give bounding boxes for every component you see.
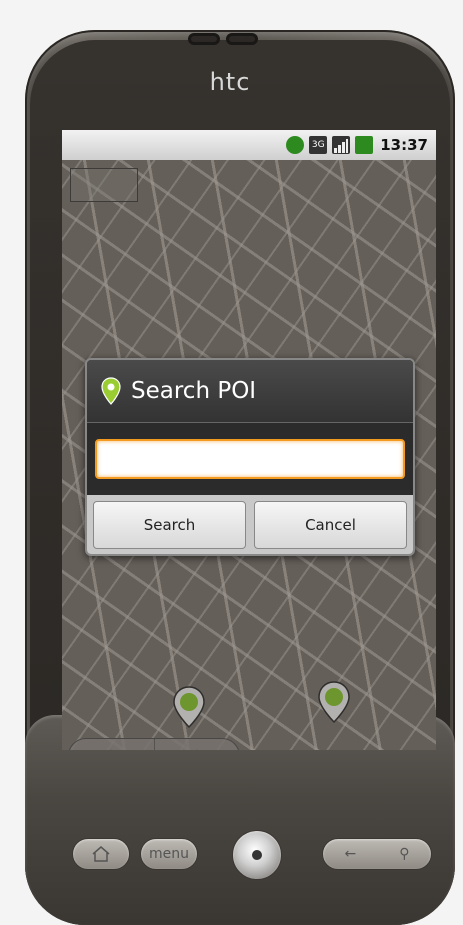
trackball[interactable]: [232, 830, 282, 880]
battery-icon: [355, 136, 374, 154]
home-button[interactable]: [72, 838, 130, 870]
signal-icon: [332, 136, 351, 154]
search-icon: ⚲: [399, 846, 410, 862]
3g-icon: 3G: [309, 136, 328, 154]
back-icon: ←: [344, 846, 357, 862]
search-poi-dialog: Search POI Search Cancel: [85, 358, 415, 556]
location-pin-icon: [101, 377, 121, 405]
brand-logo: htc: [209, 68, 251, 96]
status-time: 13:37: [380, 136, 428, 154]
menu-button[interactable]: menu: [140, 838, 198, 870]
search-button[interactable]: Search: [93, 501, 246, 549]
search-input[interactable]: [95, 439, 405, 479]
dialog-header: Search POI: [87, 360, 413, 423]
status-bar: 3G 13:37: [62, 130, 436, 160]
dialog-button-bar: Search Cancel: [87, 495, 413, 554]
home-icon: [92, 846, 110, 862]
trackball-center: [252, 850, 262, 860]
dialog-title: Search POI: [131, 378, 257, 404]
cancel-button[interactable]: Cancel: [254, 501, 407, 549]
sync-icon: [286, 136, 305, 154]
earpiece: [188, 33, 258, 45]
back-search-rocker[interactable]: ← ⚲: [322, 838, 432, 870]
dialog-body: [87, 423, 413, 495]
